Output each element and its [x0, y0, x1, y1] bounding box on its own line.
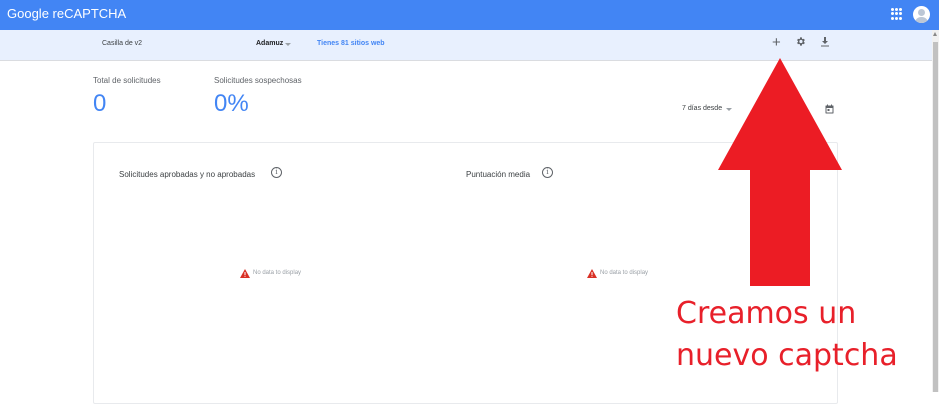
scroll-thumb[interactable] [933, 42, 938, 392]
approved-chart-title: Solicitudes aprobadas y no aprobadas [119, 170, 256, 179]
site-toolbar: Casilla de v2 Adamuz Tienes 81 sitios we… [0, 30, 932, 61]
app-bar: Google reCAPTCHA [0, 0, 939, 30]
annotation-text-line2: nuevo captcha [676, 338, 898, 373]
account-avatar[interactable] [913, 6, 930, 23]
download-icon[interactable] [820, 36, 830, 47]
total-requests-label: Total de solicitudes [93, 76, 161, 85]
info-icon[interactable]: i [542, 167, 553, 178]
app-title[interactable]: Google reCAPTCHA [7, 6, 126, 21]
add-site-button[interactable]: + [772, 35, 781, 50]
score-chart-title: Puntuación media [466, 170, 531, 179]
date-range-dropdown[interactable]: 7 días desde [682, 105, 722, 112]
annotation-arrow [718, 58, 842, 286]
owner-dropdown[interactable]: Adamuz [256, 40, 283, 47]
info-icon[interactable]: i [271, 167, 282, 178]
apps-grid-icon[interactable] [891, 8, 903, 20]
warning-icon [240, 269, 250, 278]
annotation-text-line1: Creamos un [676, 296, 857, 331]
total-requests-value: 0 [93, 90, 107, 117]
chevron-down-icon[interactable] [285, 43, 291, 46]
suspicious-requests-value: 0% [214, 90, 249, 117]
sites-count-link[interactable]: Tienes 81 sitios web [317, 40, 385, 47]
site-selector[interactable]: Casilla de v2 [102, 40, 142, 47]
scroll-up-arrow-icon[interactable] [933, 32, 937, 36]
warning-icon [587, 269, 597, 278]
empty-chart-message: No data to display [253, 270, 302, 276]
vertical-scrollbar[interactable] [932, 30, 939, 392]
suspicious-requests-label: Solicitudes sospechosas [214, 76, 302, 85]
gear-icon[interactable] [795, 36, 806, 47]
empty-chart-message: No data to display [600, 270, 649, 276]
